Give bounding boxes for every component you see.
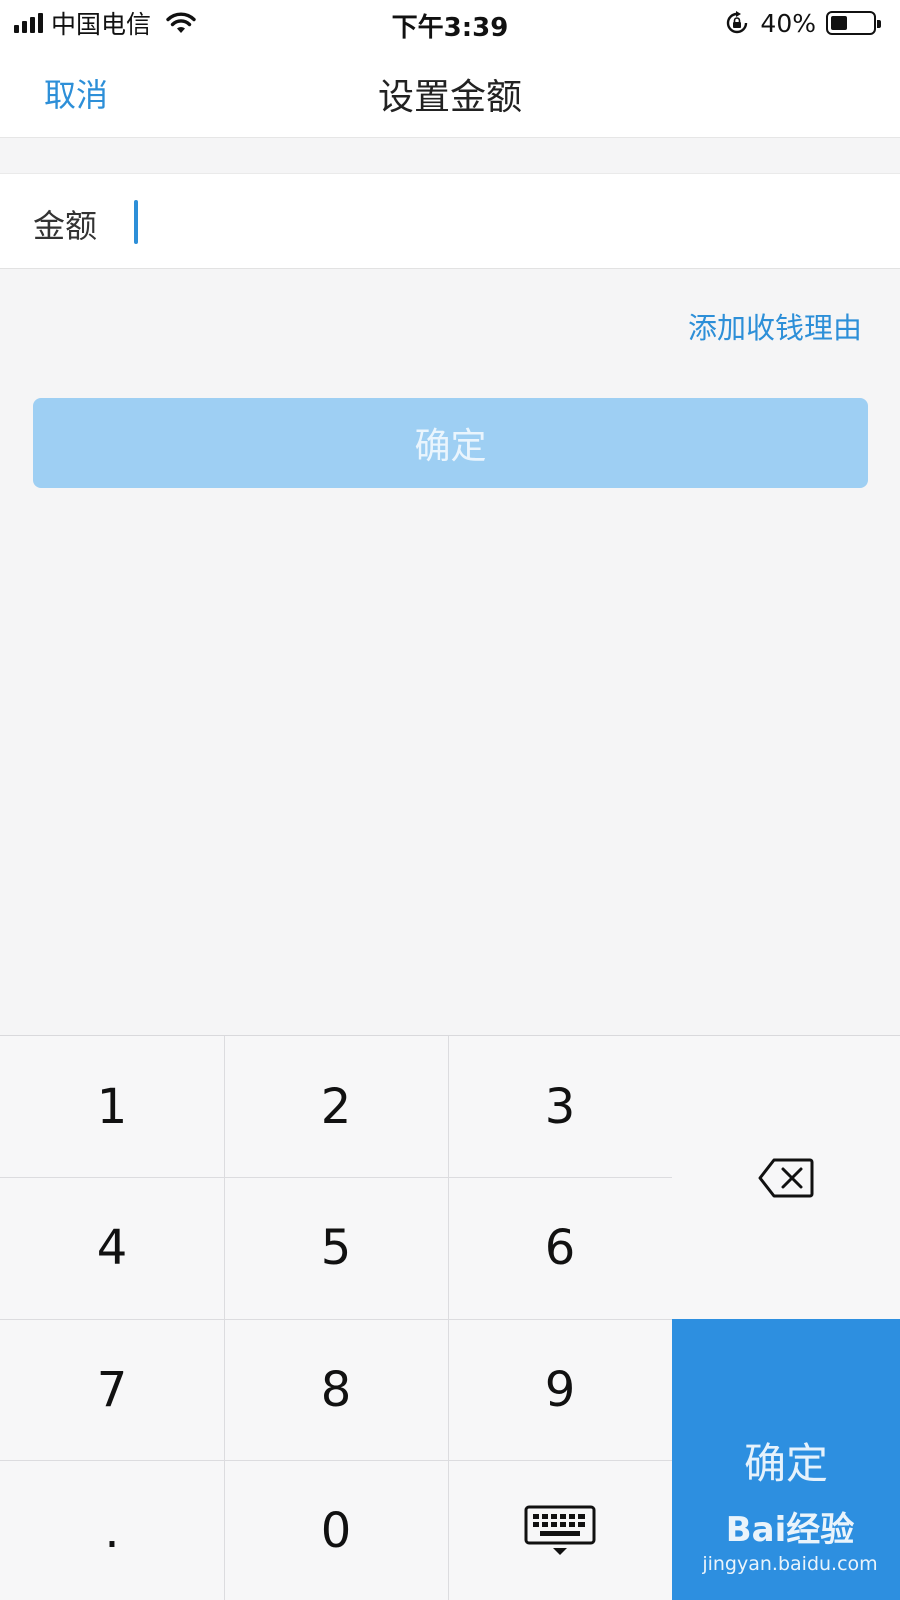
keypad-divider [0,1177,672,1178]
amount-input[interactable] [132,194,852,250]
amount-row: 金额 [0,173,900,269]
page-title: 设置金额 [377,77,522,118]
key-1[interactable]: 1 [0,1036,224,1177]
backspace-icon [758,1158,814,1197]
confirm-button[interactable]: 确定 [33,398,868,488]
key-9[interactable]: 9 [448,1319,672,1460]
keypad-confirm-button[interactable]: 确定 [672,1319,900,1600]
delete-button[interactable] [672,1036,900,1319]
keypad-divider [0,1460,672,1461]
rotation-lock-icon [727,11,748,34]
nav-bar: 取消 设置金额 [0,46,900,138]
key-decimal[interactable]: . [0,1460,224,1600]
amount-label: 金额 [33,207,98,245]
battery-fill [831,16,847,30]
numeric-keypad: 1 2 3 4 5 6 7 8 9 . 0 确定 [0,1035,900,1600]
hide-keyboard-button[interactable] [448,1460,672,1600]
battery-percent: 40% [760,8,816,38]
key-0[interactable]: 0 [224,1460,448,1600]
key-8[interactable]: 8 [224,1319,448,1460]
key-3[interactable]: 3 [448,1036,672,1177]
key-4[interactable]: 4 [0,1177,224,1318]
status-right: 40% [724,8,881,38]
key-5[interactable]: 5 [224,1177,448,1318]
key-7[interactable]: 7 [0,1319,224,1460]
key-2[interactable]: 2 [224,1036,448,1177]
keypad-divider [224,1036,225,1600]
keypad-divider [0,1319,672,1320]
status-bar: 中国电信 下午3:39 40% [0,0,900,46]
key-6[interactable]: 6 [448,1177,672,1318]
keypad-divider [448,1036,449,1600]
battery-icon [826,11,881,35]
keyboard-hide-icon [524,1505,596,1555]
add-reason-link[interactable]: 添加收钱理由 [688,305,862,347]
text-caret [134,200,138,244]
battery-cap [877,20,881,28]
